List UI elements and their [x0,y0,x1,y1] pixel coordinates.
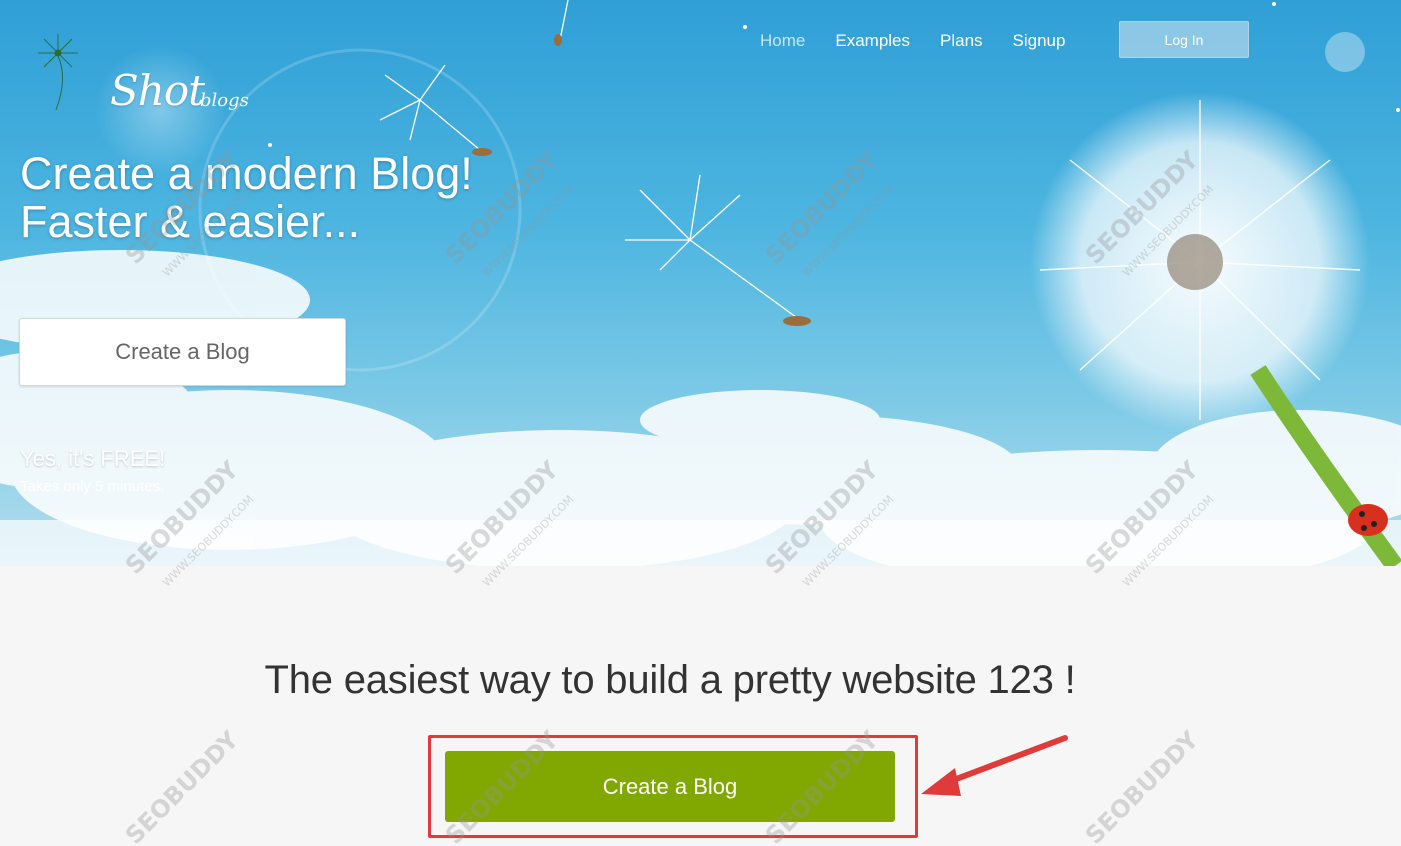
free-text: Yes, it's FREE! [20,446,166,471]
hero-headline-line1: Create a modern Blog! [20,148,473,199]
minutes-text: Takes only 5 minutes. [20,478,165,495]
login-button[interactable]: Log In [1119,21,1249,58]
hero-create-blog-button[interactable]: Create a Blog [19,318,346,386]
hero-headline-line2: Faster & easier... [20,196,361,247]
page: Shot blogs Home Examples Plans Signup Lo… [0,0,1401,846]
tagline: The easiest way to build a pretty websit… [264,658,1076,702]
dandelion-logo-icon [38,34,78,111]
nav-examples[interactable]: Examples [835,29,910,53]
hero-section: Shot blogs Home Examples Plans Signup Lo… [0,0,1401,566]
nav-plans[interactable]: Plans [940,29,983,53]
cta-section: The easiest way to build a pretty websit… [0,566,1401,846]
hero-headline: Create a modern Blog! Faster & easier... [20,150,473,246]
brand-logo[interactable]: Shot blogs [28,28,249,115]
brand-name: Shot [110,66,205,115]
nav-home[interactable]: Home [760,29,805,53]
brand-suffix: blogs [200,90,249,111]
top-nav: Home Examples Plans Signup [760,28,1095,54]
nav-signup[interactable]: Signup [1013,29,1066,53]
annotation-arrow-icon [921,735,1068,796]
main-create-blog-button[interactable]: Create a Blog [445,751,895,822]
